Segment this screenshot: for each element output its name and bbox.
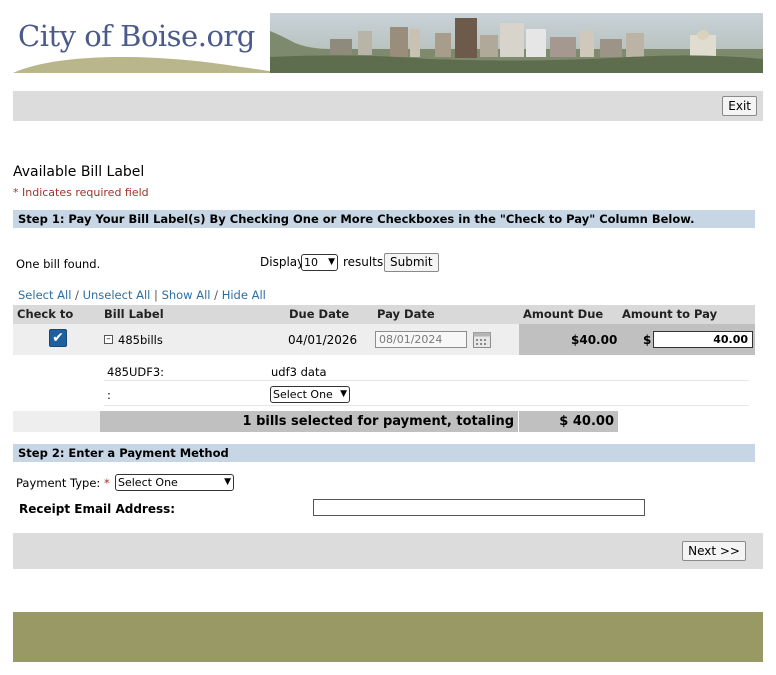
detail-select[interactable]: Select One ▼ <box>270 386 350 403</box>
payment-type-value: Select One <box>118 476 178 489</box>
chevron-down-icon: ▼ <box>340 389 347 399</box>
detail-select-value: Select One <box>273 388 333 401</box>
receipt-email-label: Receipt Email Address: <box>19 502 176 516</box>
top-action-bar: Exit <box>13 91 763 121</box>
display-label: Display <box>260 255 305 269</box>
step1-heading: Step 1: Pay Your Bill Label(s) By Checki… <box>13 210 755 228</box>
payment-type-label: Payment Type: * <box>16 476 110 490</box>
site-logo: City of Boise.org <box>18 19 255 53</box>
selection-links: Select All / Unselect All | Show All / H… <box>18 288 266 302</box>
logo-swoosh-icon <box>13 57 283 73</box>
link-separator: / <box>75 288 79 302</box>
receipt-email-input[interactable] <box>313 499 645 516</box>
chevron-down-icon: ▼ <box>224 477 231 487</box>
link-separator: | <box>154 288 158 302</box>
submit-button[interactable]: Submit <box>384 253 439 272</box>
step2-heading: Step 2: Enter a Payment Method <box>13 444 755 462</box>
currency-symbol: $ <box>643 333 652 347</box>
hide-all-link[interactable]: Hide All <box>222 288 266 302</box>
udf-label: 485UDF3: <box>107 365 165 379</box>
detail-colon-label: : <box>107 388 111 402</box>
pay-date-input[interactable]: 08/01/2024 <box>375 331 467 348</box>
column-header-check-to-pay: Check to Pay <box>13 305 100 340</box>
page-title: Available Bill Label <box>13 164 145 180</box>
results-per-page-value: 10 <box>304 256 318 269</box>
payment-type-label-text: Payment Type: <box>16 476 101 490</box>
page-footer <box>13 612 763 662</box>
required-star: * <box>103 476 110 490</box>
next-button[interactable]: Next >> <box>682 541 746 561</box>
required-field-note: * Indicates required field <box>13 186 149 199</box>
column-header-amount-due: Amount Due <box>519 305 618 324</box>
udf-value: udf3 data <box>271 365 327 379</box>
total-amount: $ 40.00 <box>519 411 618 432</box>
calendar-icon[interactable] <box>473 332 491 348</box>
city-skyline-image <box>270 13 763 73</box>
column-header-bill-label: Bill Label <box>100 305 285 324</box>
link-separator: / <box>214 288 219 302</box>
results-label: results <box>343 255 384 269</box>
collapse-icon[interactable]: – <box>104 335 113 344</box>
amount-to-pay-input[interactable]: 40.00 <box>653 331 753 348</box>
results-per-page-select[interactable]: 10 ▼ <box>301 254 338 271</box>
total-text: 1 bills selected for payment, totaling <box>100 411 518 432</box>
exit-button[interactable]: Exit <box>722 96 757 116</box>
column-header-pay-date: Pay Date <box>373 305 519 324</box>
detail-divider <box>104 380 749 381</box>
due-date-text: 04/01/2026 <box>288 333 358 347</box>
select-all-link[interactable]: Select All <box>18 288 71 302</box>
bottom-action-bar: Next >> <box>13 533 763 569</box>
amount-due-value: $40.00 <box>571 333 618 347</box>
unselect-all-link[interactable]: Unselect All <box>83 288 151 302</box>
column-header-amount-to-pay: Amount to Pay <box>618 305 755 324</box>
site-banner: City of Boise.org <box>13 13 763 73</box>
payment-type-select[interactable]: Select One ▼ <box>115 474 234 491</box>
bills-found-text: One bill found. <box>16 257 101 271</box>
detail-divider <box>104 405 749 406</box>
check-to-pay-checkbox[interactable]: ✔ <box>49 329 67 347</box>
chevron-down-icon: ▼ <box>328 257 335 267</box>
column-header-due-date: Due Date <box>285 305 373 324</box>
total-spacer <box>13 411 100 432</box>
bill-label-text: 485bills <box>118 333 163 347</box>
show-all-link[interactable]: Show All <box>162 288 211 302</box>
